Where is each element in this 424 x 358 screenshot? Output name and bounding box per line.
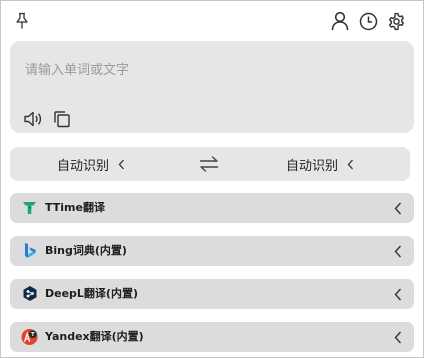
target-language-select[interactable]: 自动识别 xyxy=(286,147,354,181)
source-text-placeholder[interactable]: 请输入单词或文字 xyxy=(25,59,129,78)
chevron-left-icon[interactable] xyxy=(392,329,404,345)
target-language-label: 自动识别 xyxy=(286,158,339,174)
user-icon[interactable] xyxy=(330,11,350,31)
chevron-left-icon[interactable] xyxy=(392,243,404,259)
chevron-left-icon[interactable] xyxy=(392,286,404,302)
service-name: Bing词典(内置) xyxy=(45,244,127,257)
service-name: Yandex翻译(内置) xyxy=(45,330,144,343)
gear-icon[interactable] xyxy=(386,11,406,31)
language-selector-bar: 自动识别 自动识别 xyxy=(10,147,410,181)
service-name: DeepL翻译(内置) xyxy=(45,287,138,300)
pin-icon[interactable] xyxy=(12,11,32,31)
chevron-left-icon xyxy=(118,159,125,170)
yandex-logo-icon xyxy=(21,328,38,345)
service-row-bing[interactable]: Bing词典(内置) xyxy=(10,236,414,266)
ttime-logo-icon xyxy=(21,199,38,216)
service-row-ttime[interactable]: TTime翻译 xyxy=(10,193,414,223)
source-language-label: 自动识别 xyxy=(57,158,110,174)
chevron-left-icon xyxy=(347,159,354,170)
speaker-icon[interactable] xyxy=(23,109,43,129)
title-bar xyxy=(1,1,423,39)
copy-icon[interactable] xyxy=(52,109,72,129)
source-text-area[interactable]: 请输入单词或文字 xyxy=(10,41,414,133)
history-clock-icon[interactable] xyxy=(358,11,378,31)
service-name: TTime翻译 xyxy=(45,201,105,214)
app-window: 请输入单词或文字 自动识别 自动识别 TTime翻译 Bing词典(内置) De… xyxy=(0,0,424,358)
service-row-yandex[interactable]: Yandex翻译(内置) xyxy=(10,322,414,352)
source-language-select[interactable]: 自动识别 xyxy=(57,147,125,181)
swap-arrows-icon[interactable] xyxy=(198,155,220,173)
deepl-logo-icon xyxy=(21,285,38,302)
service-row-deepl[interactable]: DeepL翻译(内置) xyxy=(10,279,414,309)
bing-logo-icon xyxy=(21,242,38,259)
chevron-left-icon[interactable] xyxy=(392,200,404,216)
